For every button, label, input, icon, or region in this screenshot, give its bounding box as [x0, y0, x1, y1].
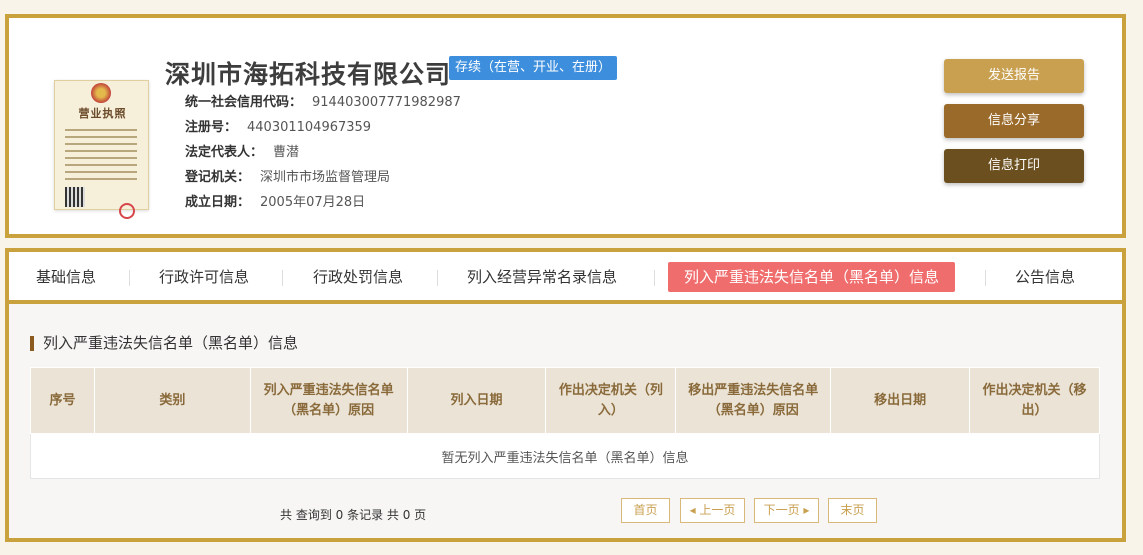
prev-page-button[interactable]: ◂ 上一页 — [680, 498, 745, 523]
credit-code-row: 统一社会信用代码： 914403007771982987 — [185, 91, 461, 110]
tab-admin-license[interactable]: 行政许可信息 — [159, 262, 249, 292]
company-name: 深圳市海拓科技有限公司 — [165, 60, 452, 89]
credit-code-value: 914403007771982987 — [312, 95, 461, 110]
column-header: 列入严重违法失信名单（黑名单）原因 — [249, 367, 408, 434]
tab-abnormal-operation[interactable]: 列入经营异常名录信息 — [467, 262, 617, 292]
section-title: 列入严重违法失信名单（黑名单）信息 — [30, 336, 298, 351]
table-row: 暂无列入严重违法失信名单（黑名单）信息 — [30, 433, 1100, 479]
credit-code-label: 统一社会信用代码： — [185, 95, 303, 110]
tab-blacklist[interactable]: 列入严重违法失信名单（黑名单）信息 — [668, 262, 956, 292]
legal-representative-row: 法定代表人： 曹潜 — [185, 141, 299, 160]
establishment-date-row: 成立日期： 2005年07月28日 — [185, 191, 365, 210]
last-page-button[interactable]: 末页 — [828, 498, 877, 523]
table-header-row: 序号 类别 列入严重违法失信名单（黑名单）原因 列入日期 作出决定机关（列入） … — [30, 367, 1100, 434]
registration-authority-label: 登记机关： — [185, 170, 251, 185]
tab-announcements[interactable]: 公告信息 — [1015, 262, 1075, 292]
qr-code-icon — [65, 187, 85, 207]
company-card: 营业执照 深圳市海拓科技有限公司 存续（在营、开业、在册） 统一社会信用代码： 9… — [5, 14, 1126, 238]
column-header: 列入日期 — [406, 367, 547, 434]
column-header: 作出决定机关（列入） — [545, 367, 677, 434]
registration-number-value: 440301104967359 — [247, 120, 372, 135]
share-info-button[interactable]: 信息分享 — [944, 104, 1084, 138]
pagination-summary: 共 查询到 0 条记录 共 0 页 — [280, 508, 427, 522]
chevron-right-icon: ▸ — [799, 503, 810, 517]
registration-number-label: 注册号： — [185, 120, 238, 135]
business-license-image[interactable]: 营业执照 — [54, 80, 149, 219]
prev-page-label: 上一页 — [699, 503, 736, 517]
establishment-date-value: 2005年07月28日 — [260, 195, 366, 210]
establishment-date-label: 成立日期： — [185, 195, 251, 210]
registration-authority-value: 深圳市市场监督管理局 — [260, 170, 391, 185]
column-header: 序号 — [30, 367, 95, 434]
license-title: 营业执照 — [78, 107, 127, 120]
next-page-label: 下一页 — [763, 503, 800, 517]
column-header: 作出决定机关（移出） — [969, 367, 1100, 434]
blacklist-table: 序号 类别 列入严重违法失信名单（黑名单）原因 列入日期 作出决定机关（列入） … — [30, 367, 1100, 479]
tab-admin-penalty[interactable]: 行政处罚信息 — [313, 262, 403, 292]
empty-table-message: 暂无列入严重违法失信名单（黑名单）信息 — [30, 433, 1100, 479]
national-emblem-icon — [91, 83, 111, 103]
legal-representative-value: 曹潜 — [273, 145, 300, 160]
legal-representative-label: 法定代表人： — [185, 145, 264, 160]
details-card: 基础信息 行政许可信息 行政处罚信息 列入经营异常名录信息 列入严重违法失信名单… — [5, 248, 1126, 542]
send-report-button[interactable]: 发送报告 — [944, 59, 1084, 93]
first-page-button[interactable]: 首页 — [621, 498, 670, 523]
column-header: 移出日期 — [830, 367, 971, 434]
registration-authority-row: 登记机关： 深圳市市场监督管理局 — [185, 166, 390, 185]
status-badge: 存续（在营、开业、在册） — [449, 56, 618, 80]
seal-icon — [119, 203, 135, 219]
print-info-button[interactable]: 信息打印 — [944, 149, 1084, 183]
chevron-left-icon: ◂ — [689, 503, 700, 517]
tab-basic-info[interactable]: 基础信息 — [36, 262, 96, 292]
column-header: 移出严重违法失信名单（黑名单）原因 — [675, 367, 832, 434]
registration-number-row: 注册号： 440301104967359 — [185, 116, 371, 135]
tab-bar: 基础信息 行政许可信息 行政处罚信息 列入经营异常名录信息 列入严重违法失信名单… — [9, 252, 1122, 304]
column-header: 类别 — [93, 367, 251, 434]
next-page-button[interactable]: 下一页 ▸ — [754, 498, 819, 523]
